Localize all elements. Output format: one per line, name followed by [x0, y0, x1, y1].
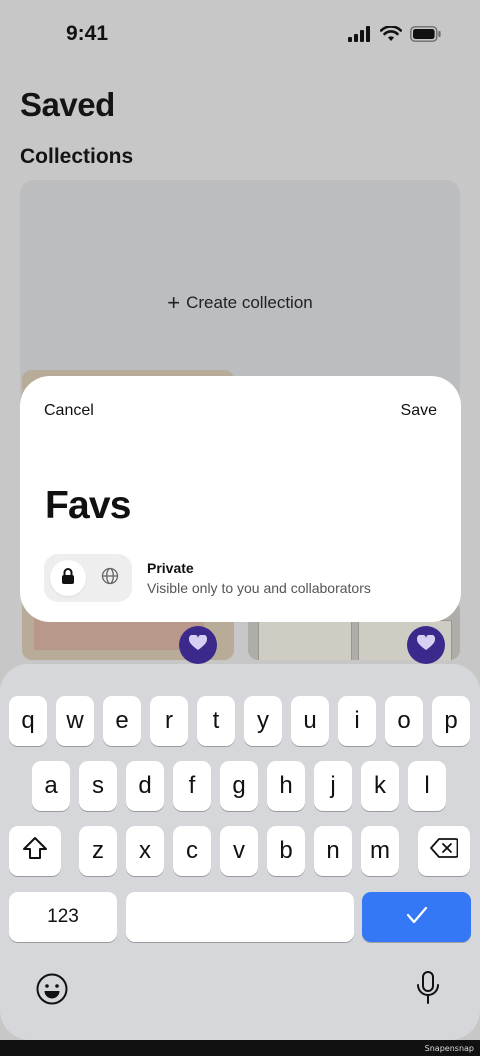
status-time: 9:41 — [66, 22, 109, 45]
key-p[interactable]: p — [432, 696, 470, 746]
bottom-strip — [0, 1040, 480, 1056]
public-option[interactable] — [92, 560, 128, 596]
key-m[interactable]: m — [361, 826, 399, 876]
key-u[interactable]: u — [291, 696, 329, 746]
key-t[interactable]: t — [197, 696, 235, 746]
privacy-title: Private — [147, 560, 194, 576]
cancel-button[interactable]: Cancel — [44, 402, 94, 420]
create-collection-button[interactable]: + Create collection — [20, 290, 460, 316]
key-i[interactable]: i — [338, 696, 376, 746]
key-z[interactable]: z — [79, 826, 117, 876]
cellular-signal-icon — [348, 26, 372, 47]
private-option[interactable] — [50, 560, 86, 596]
key-v[interactable]: v — [220, 826, 258, 876]
status-icons — [348, 25, 442, 47]
status-bar: 9:41 — [0, 0, 480, 70]
key-n[interactable]: n — [314, 826, 352, 876]
key-j[interactable]: j — [314, 761, 352, 811]
favorite-button[interactable] — [407, 626, 445, 664]
privacy-description: Visible only to you and collaborators — [147, 580, 371, 596]
emoji-button[interactable] — [33, 972, 71, 1010]
heart-icon — [416, 633, 436, 656]
key-a[interactable]: a — [32, 761, 70, 811]
privacy-toggle[interactable] — [44, 554, 132, 602]
new-collection-dialog: Cancel Save Favs Private Visible only to… — [20, 376, 461, 622]
key-o[interactable]: o — [385, 696, 423, 746]
space-key[interactable] — [126, 892, 354, 942]
key-k[interactable]: k — [361, 761, 399, 811]
screen: 9:41 Saved Collections + Create collectio… — [0, 0, 480, 1040]
keyboard: q w e r t y u i o p a s d f g h j k l z … — [0, 664, 480, 1040]
checkmark-icon — [406, 903, 428, 931]
key-f[interactable]: f — [173, 761, 211, 811]
create-collection-label: Create collection — [186, 293, 313, 312]
section-title: Collections — [20, 145, 134, 168]
emoji-icon — [35, 972, 69, 1011]
delete-key[interactable] — [418, 826, 470, 876]
shift-icon — [22, 836, 48, 867]
key-d[interactable]: d — [126, 761, 164, 811]
microphone-icon — [415, 970, 441, 1011]
wifi-icon — [379, 25, 403, 47]
key-y[interactable]: y — [244, 696, 282, 746]
key-c[interactable]: c — [173, 826, 211, 876]
lock-icon — [61, 567, 75, 589]
key-b[interactable]: b — [267, 826, 305, 876]
done-key[interactable] — [362, 892, 471, 942]
numbers-key[interactable]: 123 — [9, 892, 117, 942]
save-button[interactable]: Save — [401, 402, 437, 420]
key-s[interactable]: s — [79, 761, 117, 811]
page-title: Saved — [20, 86, 115, 123]
thumbnail-image — [258, 620, 352, 660]
key-w[interactable]: w — [56, 696, 94, 746]
dictation-button[interactable] — [408, 970, 448, 1010]
key-r[interactable]: r — [150, 696, 188, 746]
favorite-button[interactable] — [179, 626, 217, 664]
key-g[interactable]: g — [220, 761, 258, 811]
key-e[interactable]: e — [103, 696, 141, 746]
heart-icon — [188, 633, 208, 656]
collection-name-input[interactable]: Favs — [45, 484, 132, 528]
watermark: Snapensnap — [424, 1044, 474, 1053]
key-l[interactable]: l — [408, 761, 446, 811]
battery-icon — [410, 26, 442, 47]
globe-icon — [101, 567, 119, 590]
key-q[interactable]: q — [9, 696, 47, 746]
key-x[interactable]: x — [126, 826, 164, 876]
backspace-icon — [430, 837, 459, 865]
shift-key[interactable] — [9, 826, 61, 876]
plus-icon: + — [167, 290, 181, 315]
key-h[interactable]: h — [267, 761, 305, 811]
